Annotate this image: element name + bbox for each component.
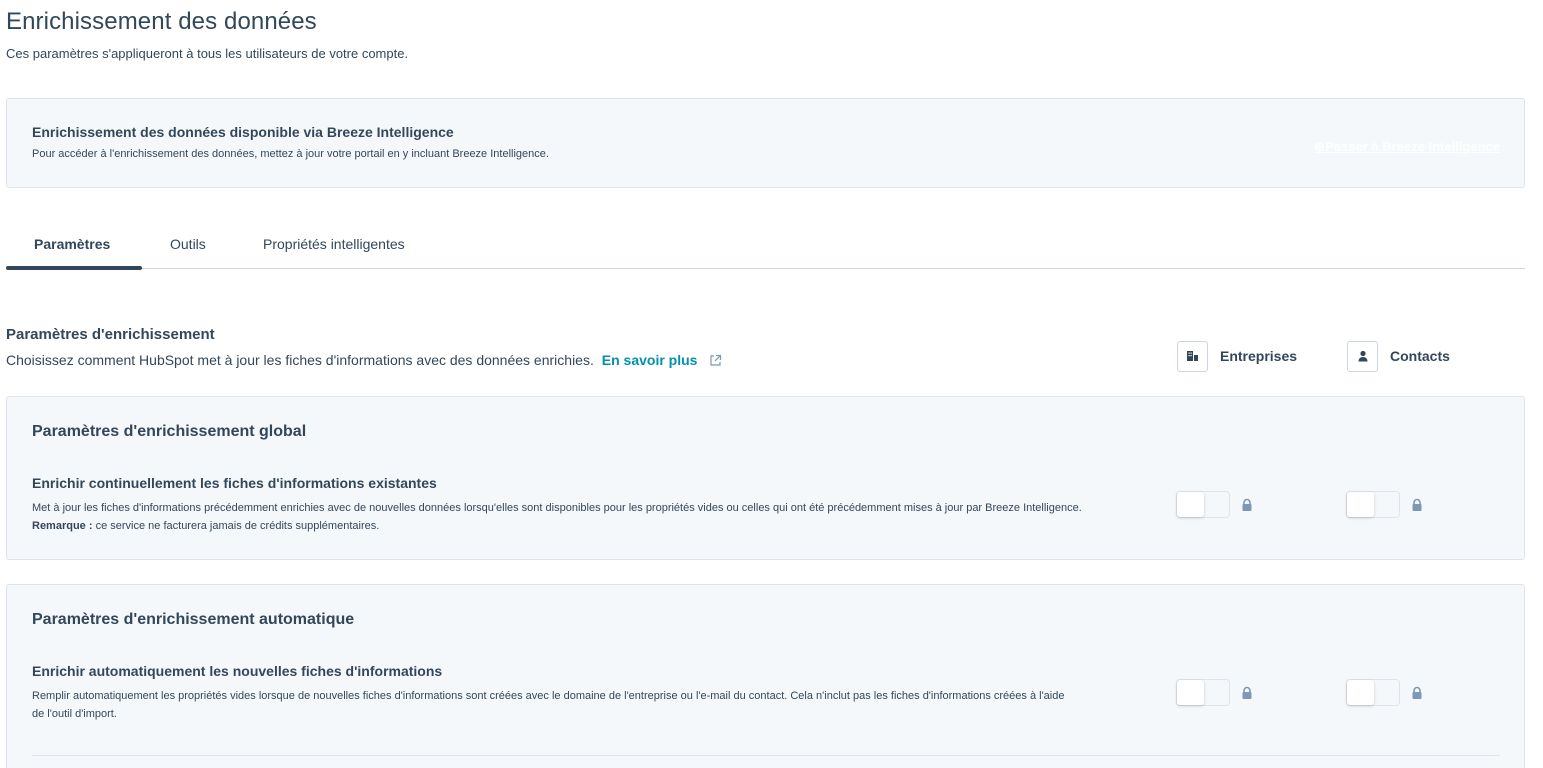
toggle-continuous-companies[interactable]: [1176, 491, 1230, 518]
upgrade-link[interactable]: ⊕Passer à Breeze Intelligence: [1314, 139, 1500, 155]
continuous-enrich-title: Enrichir continuellement les fiches d'in…: [32, 475, 437, 491]
tab-outils[interactable]: Outils: [170, 236, 206, 252]
toggle-auto-contacts[interactable]: [1346, 679, 1400, 706]
toggle-continuous-contacts[interactable]: [1346, 491, 1400, 518]
lock-icon: [1242, 498, 1252, 511]
auto-card-title: Paramètres d'enrichissement automatique: [32, 611, 355, 628]
column-label-contacts: Contacts: [1390, 348, 1450, 364]
toggle-knob: [1177, 492, 1204, 517]
external-link-icon: [710, 354, 722, 366]
enrichment-section-title: Paramètres d'enrichissement: [6, 326, 215, 343]
enrichment-section-description: Choisissez comment HubSpot met à jour le…: [6, 352, 722, 368]
info-icon: ⊕: [1314, 139, 1326, 154]
note-text: ce service ne facturera jamais de crédit…: [95, 520, 380, 532]
enrichment-description-text: Choisissez comment HubSpot met à jour le…: [6, 352, 594, 368]
toggle-knob: [1347, 492, 1374, 517]
auto-enrichment-card: Paramètres d'enrichissement automatique …: [6, 584, 1525, 768]
column-header-contacts: Contacts: [1347, 340, 1450, 372]
continuous-enrich-text: Met à jour les fiches d'informations pré…: [32, 502, 1082, 514]
auto-enrich-description: Remplir automatiquement les propriétés v…: [32, 690, 1065, 720]
lock-icon: [1412, 686, 1422, 699]
tab-proprietes-intelligentes[interactable]: Propriétés intelligentes: [263, 236, 405, 252]
continuous-enrich-description: Met à jour les fiches d'informations pré…: [32, 499, 1132, 535]
lock-icon: [1242, 686, 1252, 699]
toggle-auto-companies[interactable]: [1176, 679, 1230, 706]
building-icon: [1177, 340, 1208, 372]
toggle-knob: [1347, 680, 1374, 705]
upgrade-banner: Enrichissement des données disponible vi…: [6, 98, 1525, 188]
upgrade-link-label: Passer à Breeze Intelligence: [1325, 139, 1500, 154]
global-enrichment-card: Paramètres d'enrichissement global Enric…: [6, 396, 1525, 560]
active-tab-indicator: [6, 266, 142, 270]
lock-icon: [1412, 498, 1422, 511]
person-icon: [1347, 340, 1378, 372]
toggle-knob: [1177, 680, 1204, 705]
tab-parametres[interactable]: Paramètres: [34, 236, 110, 252]
tab-bar: Paramètres Outils Propriétés intelligent…: [6, 222, 1525, 270]
auto-enrich-title: Enrichir automatiquement les nouvelles f…: [32, 663, 443, 679]
banner-description: Pour accéder à l'enrichissement des donn…: [32, 148, 549, 160]
page-subtitle: Ces paramètres s'appliqueront à tous les…: [6, 46, 409, 61]
global-card-title: Paramètres d'enrichissement global: [32, 423, 307, 440]
banner-title: Enrichissement des données disponible vi…: [32, 124, 454, 140]
card-divider: [32, 755, 1500, 756]
learn-more-link[interactable]: En savoir plus: [602, 352, 698, 368]
note-label: Remarque :: [32, 520, 93, 532]
column-header-companies: Entreprises: [1177, 340, 1297, 372]
column-label-companies: Entreprises: [1220, 348, 1298, 364]
page-title: Enrichissement des données: [6, 8, 317, 35]
